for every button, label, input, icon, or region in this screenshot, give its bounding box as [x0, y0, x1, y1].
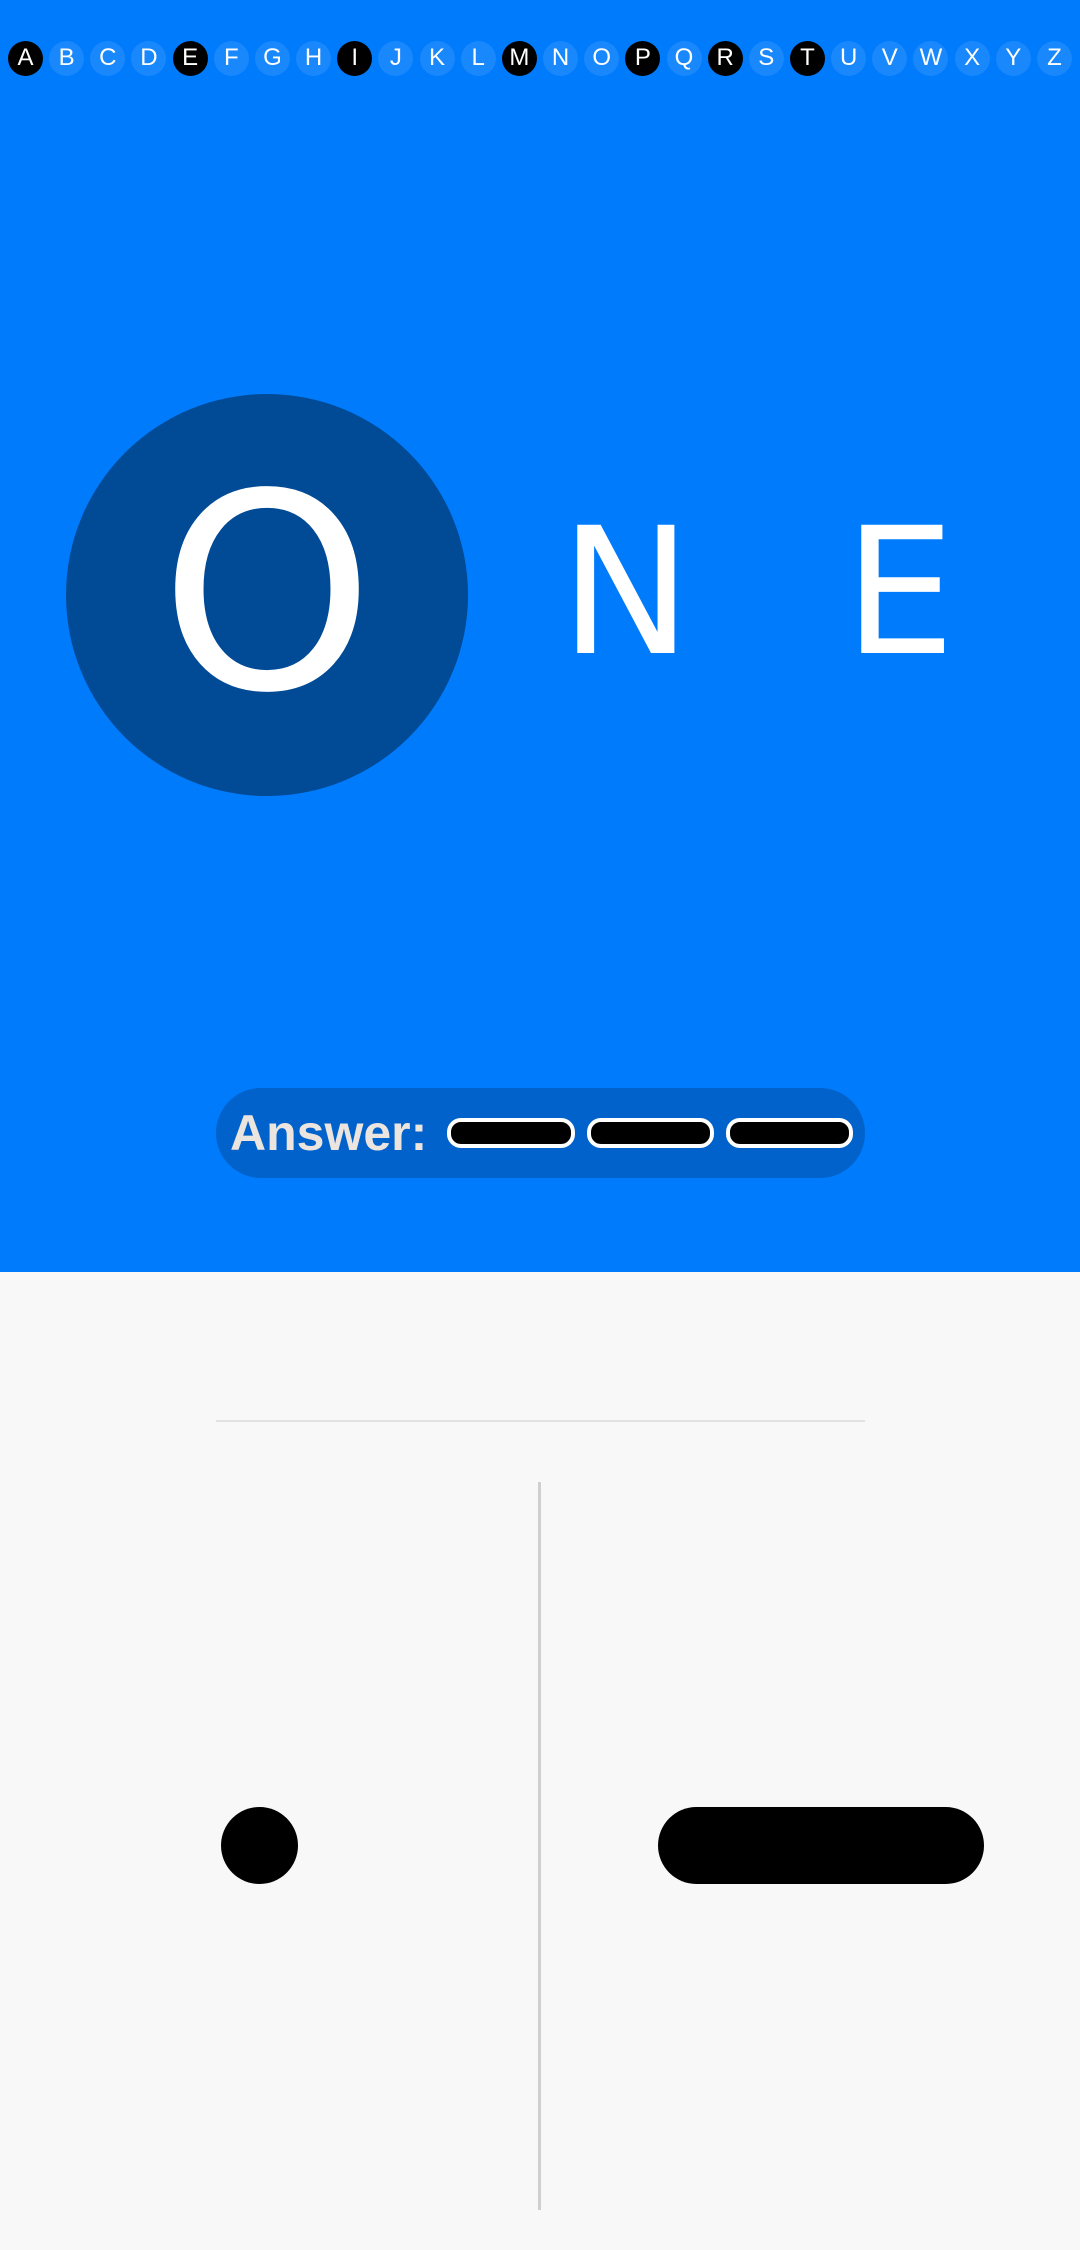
alphabet-letter-e[interactable]: E — [172, 40, 208, 76]
alphabet-letter-d[interactable]: D — [131, 40, 167, 76]
dot-button[interactable] — [221, 1807, 298, 1884]
alphabet-letter-y[interactable]: Y — [995, 40, 1031, 76]
alphabet-letter-b[interactable]: B — [49, 40, 85, 76]
alphabet-letter-c[interactable]: C — [90, 40, 126, 76]
alphabet-letter-i[interactable]: I — [337, 40, 373, 76]
answer-dash-symbol — [447, 1118, 575, 1148]
current-letter-highlight: O — [66, 394, 468, 796]
word-letter: N — [560, 490, 692, 695]
alphabet-letter-o[interactable]: O — [584, 40, 620, 76]
alphabet-letter-x[interactable]: X — [954, 40, 990, 76]
answer-dash-symbol — [725, 1118, 854, 1148]
game-board: ABCDEFGHIJKLMNOPQRSTUVWXYZ O N E Answer: — [0, 0, 1080, 1272]
input-divider — [216, 1420, 865, 1422]
word-display: O N E — [0, 390, 1080, 800]
alphabet-letter-g[interactable]: G — [254, 40, 290, 76]
current-letter: O — [159, 437, 375, 753]
alphabet-letter-a[interactable]: A — [8, 40, 43, 76]
alphabet-letter-q[interactable]: Q — [666, 40, 702, 76]
alphabet-letter-p[interactable]: P — [625, 40, 661, 76]
alphabet-letter-s[interactable]: S — [748, 40, 784, 76]
word-letter: E — [844, 490, 956, 695]
answer-dash-symbol — [586, 1118, 714, 1148]
alphabet-bar: ABCDEFGHIJKLMNOPQRSTUVWXYZ — [8, 40, 1072, 76]
answer-label: Answer: — [230, 1105, 428, 1161]
alphabet-letter-l[interactable]: L — [460, 40, 496, 76]
alphabet-letter-f[interactable]: F — [213, 40, 249, 76]
alphabet-letter-h[interactable]: H — [296, 40, 332, 76]
alphabet-letter-n[interactable]: N — [543, 40, 579, 76]
dash-button[interactable] — [658, 1807, 984, 1884]
alphabet-letter-u[interactable]: U — [831, 40, 867, 76]
alphabet-letter-v[interactable]: V — [872, 40, 908, 76]
morse-input-area — [0, 1272, 1080, 2250]
alphabet-letter-z[interactable]: Z — [1036, 40, 1072, 76]
center-divider — [538, 1482, 541, 2210]
alphabet-letter-w[interactable]: W — [913, 40, 949, 76]
alphabet-letter-k[interactable]: K — [419, 40, 455, 76]
answer-panel: Answer: — [216, 1088, 865, 1178]
alphabet-letter-r[interactable]: R — [707, 40, 743, 76]
alphabet-letter-m[interactable]: M — [501, 40, 537, 76]
alphabet-letter-j[interactable]: J — [378, 40, 414, 76]
alphabet-letter-t[interactable]: T — [789, 40, 825, 76]
